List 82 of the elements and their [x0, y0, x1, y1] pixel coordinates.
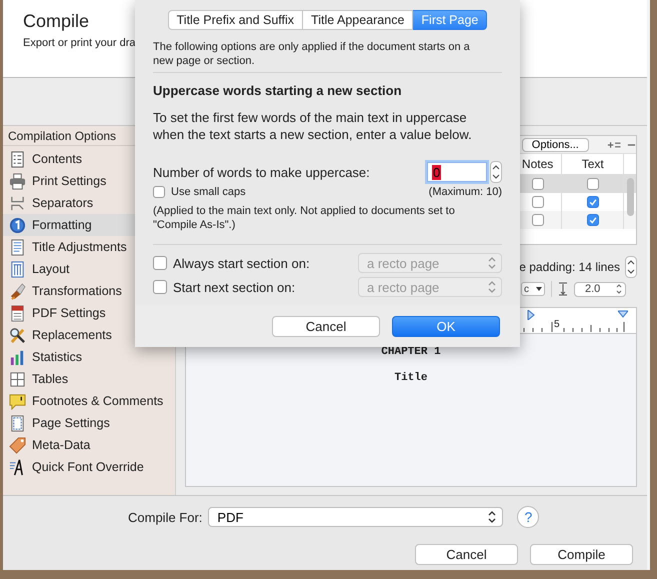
format-popup[interactable]: c — [521, 282, 545, 296]
indent-marker-icon[interactable] — [527, 310, 535, 320]
checkbox[interactable] — [532, 196, 544, 208]
sidebar-label: Title Adjustments — [32, 240, 127, 254]
speech-bubble-icon — [9, 392, 26, 410]
section-heading: Uppercase words starting a new section — [153, 83, 403, 98]
sidebar-label: Formatting — [32, 218, 92, 232]
list-icon — [9, 150, 26, 168]
intro-text: The following options are only applied if the document starts on a new page or section. — [153, 40, 471, 68]
tag-icon — [9, 436, 26, 454]
sidebar-item[interactable]: Quick Font Override — [3, 456, 175, 478]
dialog-button[interactable]: OK — [392, 316, 500, 336]
help-button[interactable]: ? — [517, 506, 540, 528]
preview-text: CHAPTER 1 — [380, 346, 442, 358]
bar-chart-icon — [9, 348, 26, 366]
circle-icon — [9, 216, 26, 234]
dialog-button[interactable]: Compile — [530, 544, 633, 565]
checkbox[interactable] — [153, 186, 165, 198]
checkbox[interactable] — [586, 214, 599, 226]
sidebar-item[interactable]: Page Settings — [3, 412, 175, 434]
sidebar-label: PDF Settings — [32, 306, 106, 320]
layout-icon — [9, 260, 26, 278]
stepper-icon[interactable] — [625, 256, 637, 278]
maximum-label: (Maximum: 10) — [428, 186, 502, 198]
chevrons-icon — [488, 257, 496, 269]
sidebar-item[interactable]: Footnotes & Comments — [3, 390, 175, 412]
checkbox[interactable] — [532, 214, 544, 226]
indent-marker-icon[interactable] — [618, 310, 628, 318]
printer-icon — [9, 172, 26, 190]
sidebar-item[interactable]: Tables — [3, 368, 175, 390]
page-icon — [9, 414, 26, 432]
small-caps-label: Use small caps — [171, 186, 246, 198]
pdf-document-icon — [9, 304, 26, 322]
sidebar-label: Quick Font Override — [32, 460, 144, 474]
stepper-icon — [616, 283, 622, 295]
font-icon — [9, 458, 26, 476]
dialog-button[interactable]: Cancel — [272, 316, 380, 336]
sidebar-label: Statistics — [32, 350, 82, 364]
tab[interactable]: Title Appearance — [303, 10, 414, 30]
option-label: Always start section on: — [173, 256, 310, 270]
checkbox[interactable] — [532, 178, 544, 190]
sidebar-item[interactable]: Meta-Data — [3, 434, 175, 456]
sidebar-item[interactable]: Statistics — [3, 346, 175, 368]
sidebar-label: Separators — [32, 196, 94, 210]
table-icon — [9, 370, 26, 388]
column-header[interactable]: Text — [561, 154, 624, 174]
brush-icon — [9, 282, 26, 300]
magnifier-pencil-icon — [9, 326, 26, 344]
sidebar-label: Transformations — [32, 284, 122, 298]
sidebar-label: Print Settings — [32, 174, 106, 188]
sidebar-label: Meta-Data — [32, 438, 90, 452]
sidebar-label: Tables — [32, 372, 68, 386]
separator-icon — [9, 194, 26, 212]
stepper-icon[interactable] — [490, 161, 502, 183]
chevrons-icon — [488, 511, 496, 523]
sidebar-label: Contents — [32, 152, 82, 166]
window-subtitle: Export or print your dra — [23, 37, 136, 49]
dialog-button[interactable]: Cancel — [415, 544, 518, 565]
tab[interactable]: Title Prefix and Suffix — [168, 10, 304, 30]
page-padding-label: e padding: 14 lines — [519, 260, 620, 274]
uppercase-count-field[interactable]: 0 — [427, 162, 487, 182]
ruler-label: 5 — [554, 319, 560, 331]
options-button[interactable]: Options... — [522, 138, 589, 152]
option-label: Start next section on: — [173, 280, 296, 294]
document-icon — [9, 238, 26, 256]
sidebar-label: Layout — [32, 262, 70, 276]
line-spacing-icon — [558, 282, 568, 296]
uppercase-label: Number of words to make uppercase: — [153, 164, 370, 180]
window-title: Compile — [23, 11, 90, 32]
checkbox[interactable] — [586, 196, 599, 208]
caret-icon — [536, 287, 542, 291]
checkbox[interactable] — [586, 178, 599, 190]
compile-for-popup[interactable]: PDF — [208, 507, 504, 527]
line-spacing-field[interactable]: 2.0 — [574, 282, 626, 296]
sidebar-label: Replacements — [32, 328, 112, 342]
chevrons-icon — [488, 281, 496, 293]
sidebar-label: Page Settings — [32, 416, 110, 430]
compile-for-label: Compile For: — [128, 510, 202, 524]
preview-text: Title — [393, 372, 428, 384]
add-icon[interactable] — [606, 140, 622, 150]
scrollbar-thumb[interactable] — [627, 178, 634, 216]
sidebar-label: Footnotes & Comments — [32, 394, 164, 408]
